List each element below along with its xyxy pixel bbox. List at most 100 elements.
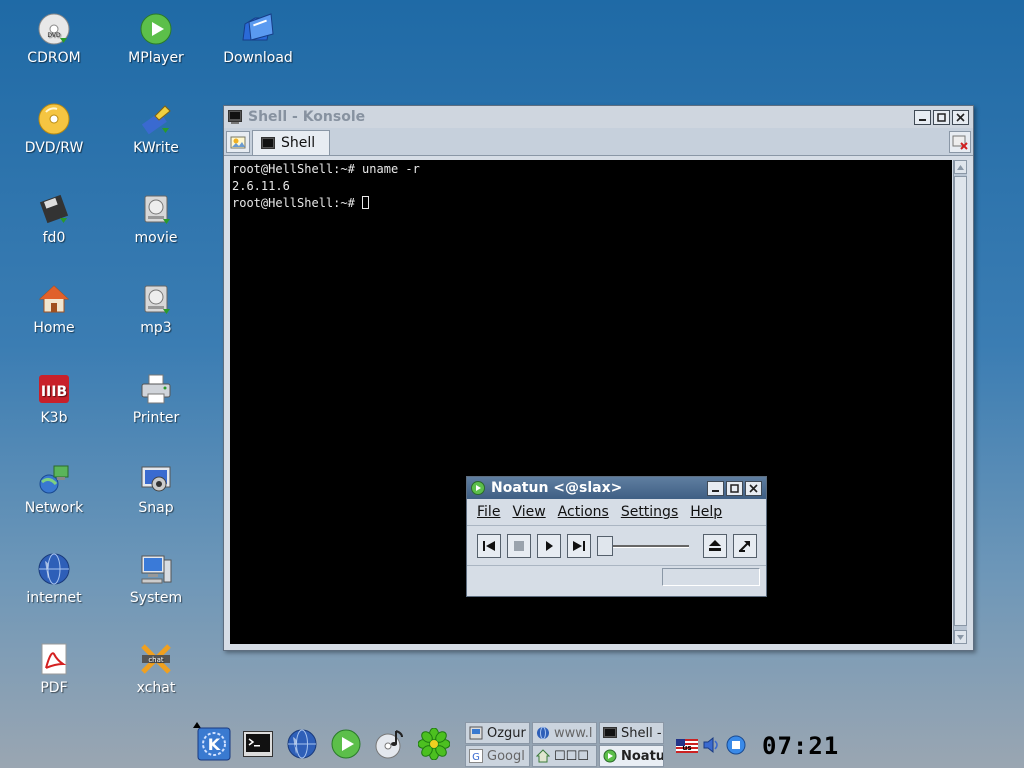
- maximize-button[interactable]: [726, 480, 743, 496]
- terminal-line: root@HellShell:~#: [232, 195, 950, 212]
- desktop-icon-home[interactable]: Home: [9, 282, 99, 336]
- previous-button[interactable]: [477, 533, 501, 558]
- svg-text:K: K: [208, 735, 221, 754]
- speaker-icon: [703, 736, 718, 754]
- noatun-menubar: File View Actions Settings Help: [467, 499, 766, 525]
- menu-view[interactable]: View: [506, 504, 551, 520]
- slider-handle[interactable]: [597, 535, 613, 556]
- svg-text:IIIB: IIIB: [41, 384, 67, 400]
- konsole-tabbar: Shell: [224, 128, 973, 156]
- camera-icon: [141, 466, 171, 492]
- skip-back-icon: [483, 540, 495, 551]
- desktop-icon-download[interactable]: Download: [213, 12, 303, 66]
- noatun-titlebar[interactable]: Noatun <@slax>: [467, 477, 766, 499]
- xchat-icon: chat: [141, 644, 171, 674]
- k3b-icon: IIIB: [39, 375, 69, 403]
- close-icon: [749, 483, 758, 493]
- taskbar-item-google[interactable]: G Googl: [465, 745, 530, 767]
- playlist-button[interactable]: [703, 533, 727, 558]
- desktop-icon-xchat[interactable]: chat xchat: [111, 642, 201, 696]
- minimize-button[interactable]: [707, 480, 724, 496]
- music-disc-icon: [375, 730, 403, 759]
- desktop-icon-label: K3b: [40, 410, 68, 426]
- text-cursor: [362, 196, 370, 209]
- play-button[interactable]: [537, 533, 561, 558]
- arrow-down-icon: [957, 634, 964, 640]
- maximize-button[interactable]: [933, 109, 950, 125]
- desktop-icon-movie[interactable]: movie: [111, 192, 201, 246]
- close-button[interactable]: [952, 109, 969, 125]
- terminal-scrollbar[interactable]: [953, 160, 967, 644]
- harddisk-icon: [144, 285, 170, 314]
- taskbar-item-noatun[interactable]: Noatu: [599, 745, 664, 767]
- desktop-icon-label: DVD/RW: [24, 140, 84, 156]
- taskbar-item-home[interactable]: ☐☐☐: [532, 745, 597, 767]
- scrollbar-thumb[interactable]: [954, 176, 967, 626]
- minimize-button[interactable]: [914, 109, 931, 125]
- home-icon: [536, 749, 550, 763]
- desktop-icon-label: xchat: [136, 680, 176, 696]
- task-label: Ozgur: [487, 725, 526, 741]
- kwrite-icon: [141, 105, 171, 135]
- new-session-icon: [230, 136, 246, 149]
- media-player-icon: [331, 729, 361, 759]
- desktop-icon-printer[interactable]: Printer: [111, 372, 201, 426]
- next-button[interactable]: [567, 533, 591, 558]
- desktop-icon-mplayer[interactable]: MPlayer: [111, 12, 201, 66]
- close-session-button[interactable]: [949, 131, 971, 153]
- tab-shell[interactable]: Shell: [252, 130, 331, 155]
- desktop-icon-snap[interactable]: Snap: [111, 462, 201, 516]
- desktop-icon-kwrite[interactable]: KWrite: [111, 102, 201, 156]
- position-slider[interactable]: [597, 534, 689, 558]
- kde-menu-button[interactable]: K: [196, 726, 232, 762]
- scroll-up-button[interactable]: [954, 160, 967, 174]
- desktop-icon-k3b[interactable]: IIIB K3b: [9, 372, 99, 426]
- task-label: ☐☐☐: [554, 748, 589, 764]
- loop-button[interactable]: [733, 533, 757, 558]
- browser-icon: [287, 729, 317, 759]
- terminal-launcher[interactable]: [240, 726, 276, 762]
- media-player-launcher[interactable]: [328, 726, 364, 762]
- noatun-tray-icon[interactable]: [726, 735, 748, 755]
- menu-settings[interactable]: Settings: [615, 504, 684, 520]
- svg-text:G: G: [472, 752, 480, 763]
- terminal-icon: [243, 731, 273, 757]
- taskbar-item-www[interactable]: www.l: [532, 722, 597, 744]
- taskbar-item-shell[interactable]: Shell -: [599, 722, 664, 744]
- desktop-icon-dvdrw[interactable]: DVD/RW: [9, 102, 99, 156]
- keyboard-layout-indicator[interactable]: us: [676, 738, 698, 753]
- taskbar-item-ozgur[interactable]: Ozgur: [465, 722, 530, 744]
- globe-icon: [38, 553, 70, 585]
- desktop-icon-network[interactable]: Network: [9, 462, 99, 516]
- desktop-icon-pdf[interactable]: PDF: [9, 642, 99, 696]
- stop-circle-icon: [726, 735, 746, 755]
- skip-forward-icon: [573, 540, 585, 551]
- browser-launcher[interactable]: [284, 726, 320, 762]
- volume-control[interactable]: [702, 735, 722, 755]
- menu-file[interactable]: File: [471, 504, 506, 520]
- desktop-icon-mp3[interactable]: mp3: [111, 282, 201, 336]
- konsole-title: Shell - Konsole: [248, 109, 366, 125]
- arrow-up-icon: [957, 164, 964, 170]
- scroll-down-button[interactable]: [954, 630, 967, 644]
- konsole-titlebar[interactable]: Shell - Konsole: [224, 106, 973, 128]
- desktop-icon-cdrom[interactable]: DVD CDROM: [9, 12, 99, 66]
- minimize-icon: [919, 118, 926, 121]
- new-session-button[interactable]: [226, 131, 250, 153]
- desktop-icon-system[interactable]: System: [111, 552, 201, 606]
- stop-icon: [514, 540, 524, 551]
- icq-launcher[interactable]: [416, 726, 452, 762]
- dvd-icon: [38, 103, 70, 135]
- clock[interactable]: 07:21: [762, 732, 838, 760]
- noatun-icon: [603, 749, 617, 763]
- desktop-icon-fd0[interactable]: fd0: [9, 192, 99, 246]
- desktop-icon-label: Network: [24, 500, 84, 516]
- menu-help[interactable]: Help: [684, 504, 728, 520]
- close-button[interactable]: [745, 480, 762, 496]
- cdrom-icon: DVD: [38, 13, 70, 45]
- mplayer-icon: [140, 13, 172, 45]
- music-launcher[interactable]: [372, 726, 408, 762]
- desktop-icon-internet[interactable]: internet: [9, 552, 99, 606]
- stop-button[interactable]: [507, 533, 531, 558]
- menu-actions[interactable]: Actions: [552, 504, 615, 520]
